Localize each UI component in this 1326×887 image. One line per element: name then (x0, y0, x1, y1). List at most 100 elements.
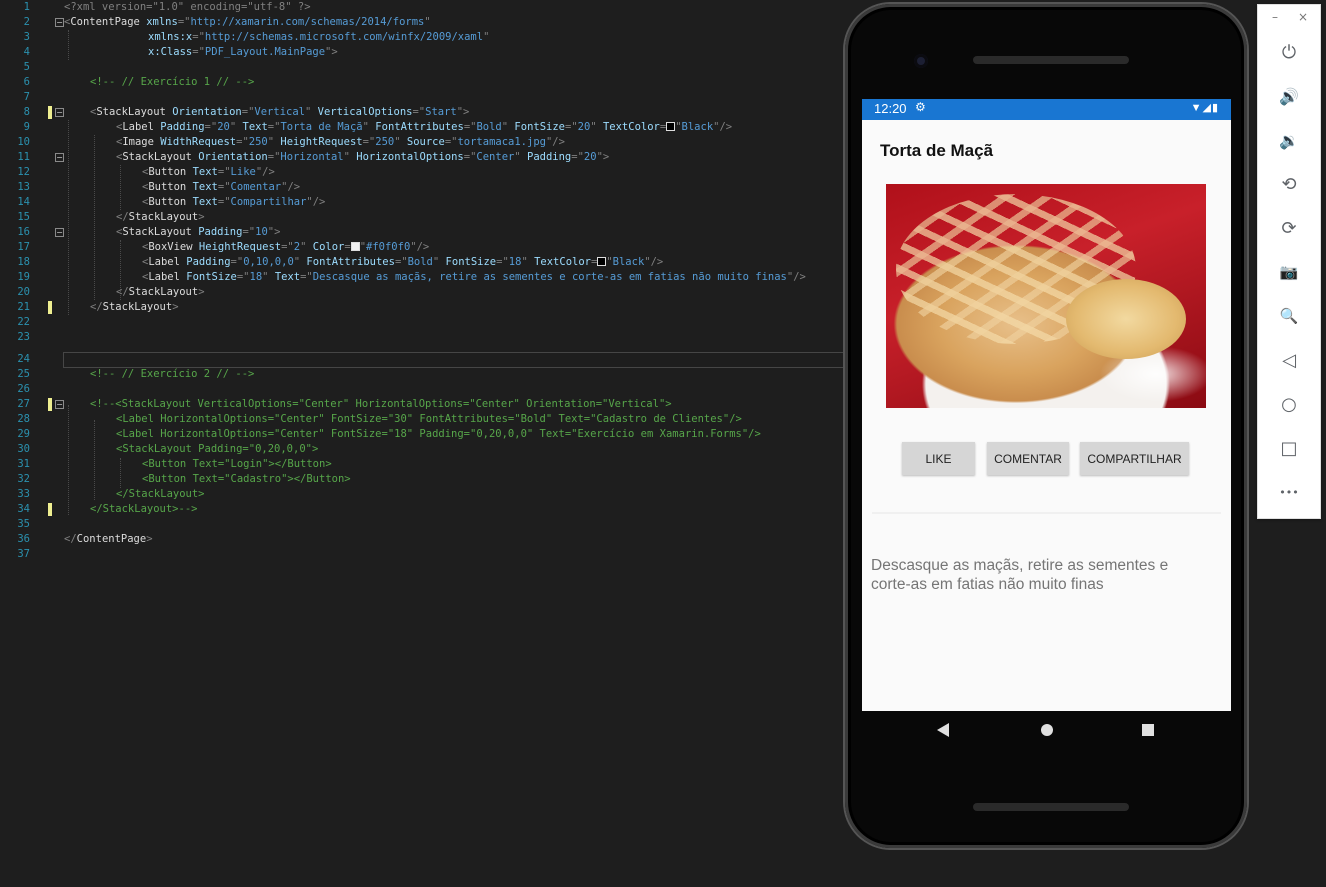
code-line[interactable]: 14 <Button Text="Compartilhar"/> (0, 195, 846, 210)
nav-home-icon[interactable] (1041, 724, 1053, 736)
code-line[interactable]: 10 <Image WidthRequest="250" HeightReque… (0, 135, 846, 150)
volume-down-button[interactable]: 🔉 (1274, 125, 1304, 155)
volume-up-icon: 🔊 (1279, 86, 1299, 106)
code-line[interactable]: 15 </StackLayout> (0, 210, 846, 225)
line-number: 36 (17, 533, 30, 545)
code-line[interactable]: 28 <Label HorizontalOptions="Center" Fon… (0, 412, 846, 427)
camera-icon: 📷 (1279, 263, 1299, 281)
code-line[interactable]: 31 <Button Text="Login"></Button> (0, 457, 846, 472)
home-icon: ○ (1281, 393, 1297, 415)
code-line[interactable]: 25 <!-- // Exercício 2 // --> (0, 367, 846, 382)
close-button[interactable]: × (1298, 10, 1308, 24)
code-editor[interactable]: 1 <?xml version="1.0" encoding="utf-8" ?… (0, 0, 848, 887)
line-number: 7 (23, 91, 30, 103)
fold-toggle[interactable]: − (55, 228, 64, 237)
rotate-left-button[interactable]: ⟲ (1274, 169, 1304, 199)
zoom-icon: 🔍 (1279, 307, 1299, 325)
line-number: 26 (17, 383, 30, 395)
nav-back-icon[interactable] (937, 723, 949, 737)
line-number: 13 (17, 181, 30, 193)
code-line[interactable]: 6 <!-- // Exercício 1 // --> (0, 75, 846, 90)
code-text: <StackLayout Padding="10"> (116, 226, 281, 238)
code-line[interactable]: 32 <Button Text="Cadastro"></Button> (0, 472, 846, 487)
code-text: xmlns:x="http://schemas.microsoft.com/wi… (148, 31, 490, 43)
screenshot-button[interactable]: 📷 (1274, 257, 1304, 287)
code-line[interactable]: 17 <BoxView HeightRequest="2" Color= "#f0… (0, 240, 846, 255)
line-number: 32 (17, 473, 30, 485)
code-text: <ContentPage xmlns="http://xamarin.com/s… (64, 16, 431, 28)
line-number: 2 (23, 16, 30, 28)
comentar-button[interactable]: COMENTAR (987, 442, 1069, 475)
code-text: </StackLayout> (116, 211, 205, 223)
code-line[interactable]: 13 <Button Text="Comentar"/> (0, 180, 846, 195)
code-line[interactable]: 18 <Label Padding="0,10,0,0" FontAttribu… (0, 255, 846, 270)
rotate-right-button[interactable]: ⟳ (1274, 213, 1304, 243)
code-line[interactable]: 30 <StackLayout Padding="0,20,0,0"> (0, 442, 846, 457)
code-line[interactable]: 4 x:Class="PDF_Layout.MainPage"> (0, 45, 846, 60)
code-line[interactable]: 35 (0, 517, 846, 532)
color-swatch (597, 257, 607, 266)
code-line[interactable]: 16 − <StackLayout Padding="10"> (0, 225, 846, 240)
code-line[interactable]: 19 <Label FontSize="18" Text="Descasque … (0, 270, 846, 285)
code-text: <StackLayout Orientation="Vertical" Vert… (90, 106, 470, 118)
home-button[interactable]: ○ (1274, 389, 1304, 419)
code-comment: <!--<StackLayout VerticalOptions="Center… (90, 398, 672, 410)
code-line[interactable]: 11 − <StackLayout Orientation="Horizonta… (0, 150, 846, 165)
overview-button[interactable]: □ (1274, 433, 1304, 463)
code-line[interactable]: 3 xmlns:x="http://schemas.microsoft.com/… (0, 30, 846, 45)
code-line[interactable]: 26 (0, 382, 846, 397)
code-line[interactable]: 36 </ContentPage> (0, 532, 846, 547)
code-text: <StackLayout Orientation="Horizontal" Ho… (116, 151, 610, 163)
code-line[interactable]: 9 <Label Padding="20" Text="Torta de Maç… (0, 120, 846, 135)
code-line[interactable]: 1 <?xml version="1.0" encoding="utf-8" ?… (0, 0, 846, 15)
back-button[interactable]: ◁ (1274, 345, 1304, 375)
nav-recents-icon[interactable] (1142, 724, 1154, 736)
code-line[interactable]: 29 <Label HorizontalOptions="Center" Fon… (0, 427, 846, 442)
code-line[interactable]: 24 (0, 352, 846, 367)
line-number: 4 (23, 46, 30, 58)
code-text: <Button Text="Comentar"/> (142, 181, 301, 193)
code-line[interactable]: 7 (0, 90, 846, 105)
color-swatch (350, 242, 360, 251)
fold-toggle[interactable]: − (55, 400, 64, 409)
volume-down-icon: 🔉 (1279, 130, 1299, 150)
code-line[interactable]: 37 (0, 547, 846, 562)
status-time: 12:20 (874, 101, 907, 116)
code-line[interactable]: 23 (0, 330, 846, 345)
line-number: 31 (17, 458, 30, 470)
device-screen[interactable]: 12:20 ⚙ ▼◢▮ Torta de Maçã LIKE COMENTAR … (862, 99, 1231, 711)
code-line[interactable]: 22 (0, 315, 846, 330)
zoom-button[interactable]: 🔍 (1274, 301, 1304, 331)
code-line[interactable]: 8 − <StackLayout Orientation="Vertical" … (0, 105, 846, 120)
line-number: 33 (17, 488, 30, 500)
power-button[interactable]: ⏻ (1274, 37, 1304, 67)
more-button[interactable]: ••• (1274, 477, 1304, 507)
minimize-button[interactable]: – (1272, 10, 1278, 24)
line-number: 12 (17, 166, 30, 178)
code-line[interactable]: 34 </StackLayout>--> (0, 502, 846, 517)
code-line[interactable]: 20 </StackLayout> (0, 285, 846, 300)
change-marker (48, 106, 52, 119)
code-text: <BoxView HeightRequest="2" Color= "#f0f0f… (142, 241, 430, 253)
code-line[interactable]: 21 </StackLayout> (0, 300, 846, 315)
compartilhar-button[interactable]: COMPARTILHAR (1080, 442, 1189, 475)
fold-toggle[interactable]: − (55, 153, 64, 162)
code-text: <Image WidthRequest="250" HeightRequest=… (116, 136, 565, 148)
line-number: 18 (17, 256, 30, 268)
top-speaker (973, 56, 1129, 64)
line-number: 22 (17, 316, 30, 328)
android-emulator-device: 12:20 ⚙ ▼◢▮ Torta de Maçã LIKE COMENTAR … (845, 4, 1247, 848)
code-line[interactable]: 12 <Button Text="Like"/> (0, 165, 846, 180)
like-button[interactable]: LIKE (902, 442, 975, 475)
code-line[interactable]: 27 − <!--<StackLayout VerticalOptions="C… (0, 397, 846, 412)
fold-toggle[interactable]: − (55, 108, 64, 117)
code-line[interactable]: 5 (0, 60, 846, 75)
fold-toggle[interactable]: − (55, 18, 64, 27)
pie-filling (1066, 279, 1186, 359)
code-line[interactable]: 2 − <ContentPage xmlns="http://xamarin.c… (0, 15, 846, 30)
page-title: Torta de Maçã (880, 141, 994, 160)
code-text: x:Class="PDF_Layout.MainPage"> (148, 46, 338, 58)
volume-up-button[interactable]: 🔊 (1274, 81, 1304, 111)
code-line[interactable]: 33 </StackLayout> (0, 487, 846, 502)
line-number: 8 (23, 106, 30, 118)
